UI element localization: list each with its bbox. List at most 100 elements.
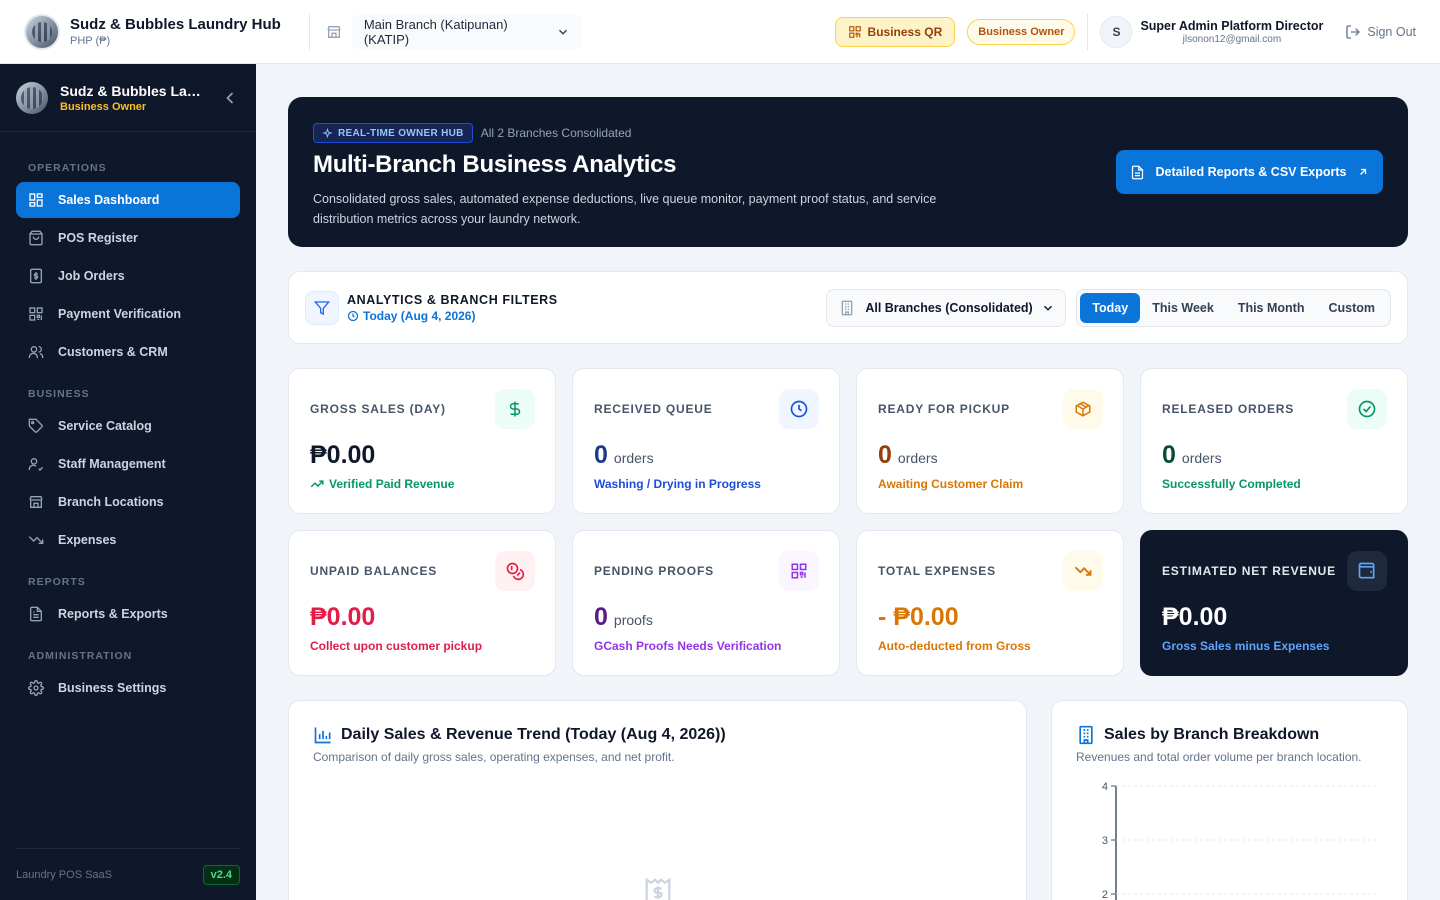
branch-filter-select[interactable]: All Branches (Consolidated): [826, 288, 1067, 327]
kpi-icon-box: [495, 389, 535, 429]
tag-icon: [28, 418, 43, 433]
kpi-card-received-queue: RECEIVED QUEUE 0 orders Washing / Drying …: [572, 368, 840, 514]
y-tick-label: 3: [1102, 835, 1108, 847]
sidebar: Sudz & Bubbles Laundry Hub Business Owne…: [0, 64, 256, 900]
kpi-value: ₱0.00: [310, 603, 376, 631]
kpi-value: ₱0.00: [1162, 603, 1228, 631]
kpi-label: TOTAL EXPENSES: [878, 564, 996, 578]
trend-down-icon: [1074, 566, 1092, 576]
dollar-icon: [509, 401, 521, 417]
date-range-selector: Today This Week This Month Custom: [1076, 288, 1391, 327]
range-this-month[interactable]: This Month: [1226, 293, 1317, 323]
kpi-value: - ₱0.00: [878, 603, 959, 631]
branch-breakdown-panel: Sales by Branch Breakdown Revenues and t…: [1051, 700, 1408, 900]
sidebar-section-administration: ADMINISTRATION: [28, 650, 133, 662]
sparkle-icon: [322, 127, 333, 138]
job-orders-icon: [30, 268, 42, 284]
store-icon: [29, 496, 43, 508]
kpi-note: GCash Proofs Needs Verification: [594, 639, 782, 653]
sidebar-item-staff-management[interactable]: Staff Management: [16, 446, 240, 482]
staff-icon: [28, 458, 44, 471]
sign-out-button[interactable]: Sign Out: [1345, 24, 1416, 40]
chevron-down-icon: [1044, 305, 1053, 311]
sidebar-item-job-orders[interactable]: Job Orders: [16, 258, 240, 294]
business-qr-button[interactable]: Business QR: [834, 16, 956, 47]
branch-select-value: Main Branch (Katipunan) (KATIP): [363, 16, 508, 47]
kpi-note: Washing / Drying in Progress: [594, 477, 761, 491]
filters-title: ANALYTICS & BRANCH FILTERS: [347, 292, 558, 307]
sidebar-item-label: Payment Verification: [58, 307, 181, 321]
business-qr-label: Business QR: [867, 24, 943, 39]
kpi-note: Successfully Completed: [1162, 477, 1301, 491]
filter-icon: [314, 300, 330, 315]
package-icon: [1075, 401, 1091, 417]
clock-icon: [790, 400, 808, 418]
sidebar-item-sales-dashboard[interactable]: Sales Dashboard: [16, 182, 240, 218]
chevron-left-icon[interactable]: [220, 88, 240, 108]
kpi-icon-box: [1063, 551, 1103, 591]
kpi-value: 0: [594, 441, 608, 469]
sidebar-item-expenses[interactable]: Expenses: [16, 522, 240, 558]
range-custom[interactable]: Custom: [1316, 293, 1387, 323]
trend-panel-title: Daily Sales & Revenue Trend (Today (Aug …: [341, 726, 726, 743]
sidebar-item-business-settings[interactable]: Business Settings: [16, 670, 240, 706]
detailed-reports-button[interactable]: Detailed Reports & CSV Exports: [1116, 150, 1383, 194]
qr-code-icon: [848, 25, 861, 38]
kpi-unit: orders: [1181, 450, 1222, 466]
pos-icon: [29, 230, 43, 246]
kpi-icon-box: [779, 389, 819, 429]
qr-verify-icon: [29, 307, 43, 321]
filters-date-label: Today (Aug 4, 2026): [363, 308, 476, 323]
kpi-card-unpaid-balances: UNPAID BALANCES ₱0.00 Collect upon custo…: [288, 530, 556, 676]
kpi-label: READY FOR PICKUP: [878, 402, 1010, 416]
branch-filter-value: All Branches (Consolidated): [865, 300, 1033, 315]
store-icon: [327, 25, 341, 38]
document-icon: [1132, 165, 1144, 179]
brand-name: Sudz & Bubbles Laundry Hub: [70, 16, 281, 33]
bar-chart-icon: [314, 727, 331, 744]
divider: [1087, 13, 1089, 50]
filters-date: Today (Aug 4, 2026): [347, 309, 558, 323]
sidebar-item-label: POS Register: [58, 231, 138, 245]
detailed-reports-label: Detailed Reports & CSV Exports: [1155, 165, 1347, 179]
kpi-value: 0: [594, 603, 608, 631]
kpi-card-net-revenue: ESTIMATED NET REVENUE ₱0.00 Gross Sales …: [1140, 530, 1408, 676]
range-this-week[interactable]: This Week: [1140, 293, 1226, 323]
sidebar-section-business: BUSINESS: [28, 388, 90, 400]
sidebar-item-label: Business Settings: [58, 681, 167, 695]
sidebar-item-label: Reports & Exports: [58, 607, 168, 621]
hero-tag: REAL-TIME OWNER HUB: [313, 123, 473, 143]
kpi-label: GROSS SALES (DAY): [310, 402, 446, 416]
kpi-icon-box: [1347, 551, 1387, 591]
user-name: Super Admin Platform Director: [1140, 18, 1324, 33]
kpi-label: PENDING PROOFS: [594, 564, 714, 578]
hero-subtitle: All 2 Branches Consolidated: [480, 126, 632, 140]
kpi-note: Auto-deducted from Gross: [878, 639, 1031, 653]
sidebar-item-label: Job Orders: [58, 269, 125, 283]
branch-select[interactable]: Main Branch (Katipunan) (KATIP): [351, 14, 582, 49]
sidebar-section-reports: REPORTS: [28, 576, 86, 588]
sidebar-item-pos-register[interactable]: POS Register: [16, 220, 240, 256]
sidebar-item-branch-locations[interactable]: Branch Locations: [16, 484, 240, 520]
receipt-icon: [645, 877, 671, 900]
hero-description: Consolidated gross sales, automated expe…: [313, 192, 937, 226]
sidebar-item-reports-exports[interactable]: Reports & Exports: [16, 596, 240, 632]
filter-icon-box: [305, 290, 339, 325]
sidebar-footer: Laundry POS SaaS v2.4: [16, 848, 240, 900]
sidebar-role: Business Owner: [60, 100, 147, 113]
role-badge: Business Owner: [967, 18, 1076, 45]
user-info: Super Admin Platform Director jlsonon12@…: [1140, 19, 1323, 45]
building-icon: [841, 300, 853, 315]
avatar[interactable]: S: [1100, 15, 1133, 48]
range-today[interactable]: Today: [1080, 292, 1141, 323]
brand-block: Sudz & Bubbles Laundry Hub PHP (₱): [70, 16, 281, 47]
hero-tag-label: REAL-TIME OWNER HUB: [338, 127, 464, 139]
y-tick-label: 4: [1102, 781, 1108, 793]
external-link-icon: [1359, 168, 1366, 175]
gear-icon: [28, 680, 44, 696]
sidebar-item-payment-verification[interactable]: Payment Verification: [16, 296, 240, 332]
kpi-label: RELEASED ORDERS: [1162, 402, 1295, 416]
sidebar-item-service-catalog[interactable]: Service Catalog: [16, 408, 240, 444]
sidebar-item-customers-crm[interactable]: Customers & CRM: [16, 334, 240, 370]
kpi-card-gross-sales: GROSS SALES (DAY) ₱0.00 Verified Paid Re…: [288, 368, 556, 514]
